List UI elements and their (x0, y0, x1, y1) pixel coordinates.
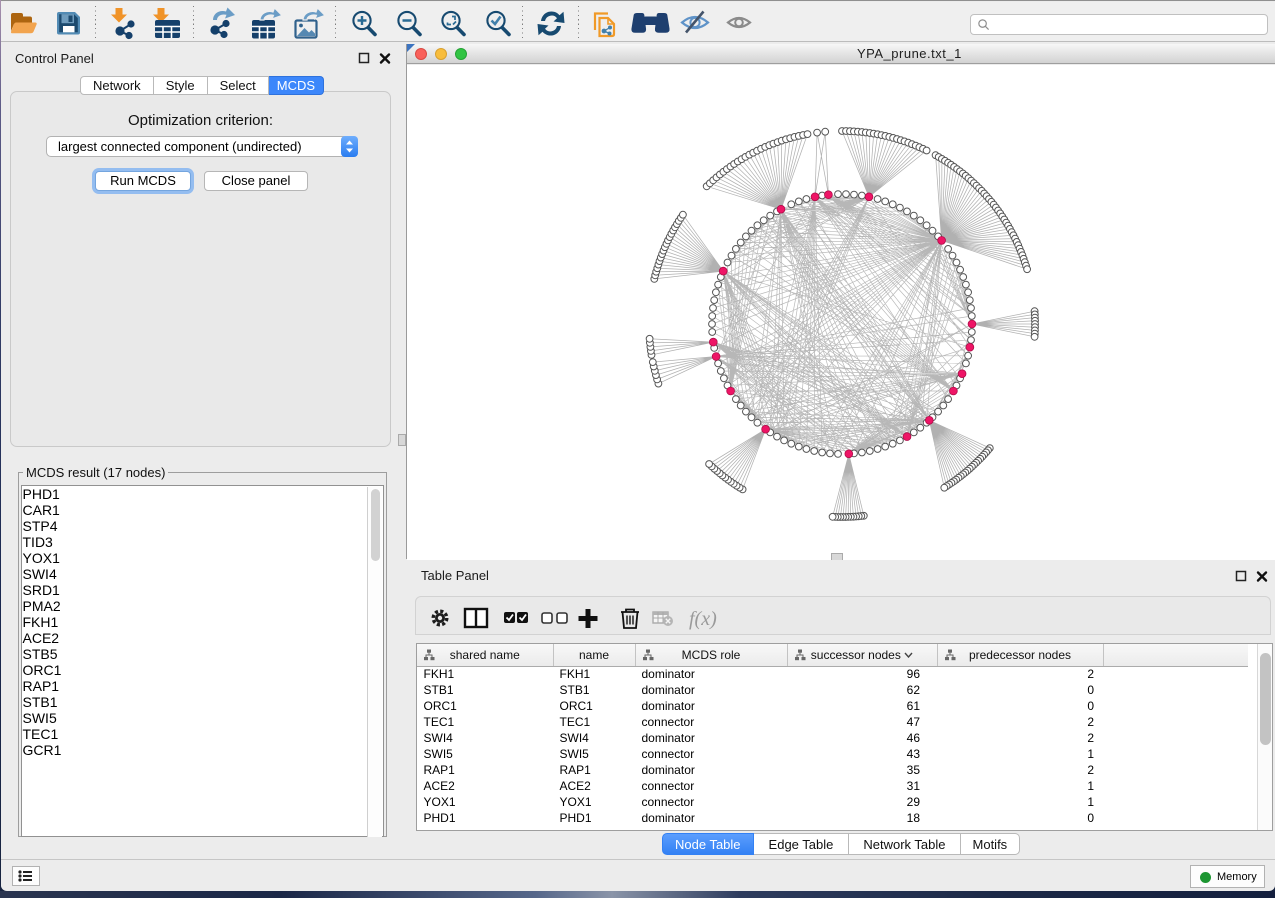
svg-text:f(x): f(x) (689, 608, 717, 630)
